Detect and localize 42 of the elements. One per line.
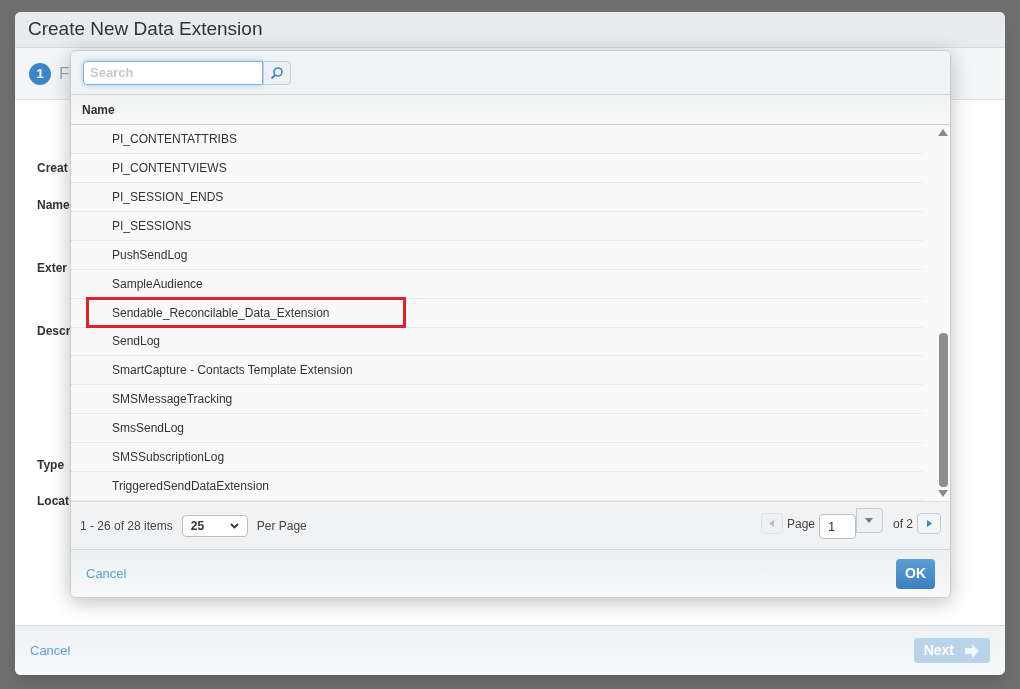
row-name[interactable]: SMSMessageTracking xyxy=(112,390,233,409)
column-header: Name xyxy=(82,101,115,119)
field-label: Descr xyxy=(37,324,71,338)
chevron-down-icon xyxy=(229,522,239,529)
step-number: 1 xyxy=(29,62,51,85)
row-name[interactable]: PI_SESSION_ENDS xyxy=(112,187,224,206)
caret-left-icon xyxy=(769,520,775,527)
caret-down-icon xyxy=(865,518,874,523)
field-label: Creat xyxy=(37,161,68,175)
next-page-button[interactable] xyxy=(917,513,941,534)
page-number-field[interactable]: 1 xyxy=(819,514,856,539)
row-name[interactable]: PI_CONTENTVIEWS xyxy=(112,158,227,177)
page-size-select[interactable]: 25 xyxy=(181,514,248,537)
field-label: Name xyxy=(37,198,70,212)
dialog-title: Create New Data Extension xyxy=(28,17,263,42)
row-name[interactable]: SmsSendLog xyxy=(112,419,185,438)
item-count: 1 - 26 of 28 items xyxy=(80,517,173,535)
scroll-up-icon[interactable] xyxy=(938,129,948,136)
row-name[interactable]: Sendable_Reconcilable_Data_Extension xyxy=(112,303,330,322)
scroll-down-icon[interactable] xyxy=(938,490,948,497)
field-label: Type xyxy=(37,458,65,472)
page-total: of 2 xyxy=(893,515,913,533)
step-label: F xyxy=(59,62,70,85)
row-name[interactable]: SmartCapture - Contacts Template Extension xyxy=(112,361,353,380)
page-dropdown-button[interactable] xyxy=(856,508,883,533)
page-label: Page xyxy=(786,515,815,533)
row-name[interactable]: PI_SESSIONS xyxy=(112,216,192,235)
search-icon xyxy=(270,65,284,80)
scrollbar-thumb[interactable] xyxy=(938,333,948,487)
search-field[interactable]: Search xyxy=(83,60,263,85)
field-label: Locat xyxy=(37,494,69,508)
search-button[interactable] xyxy=(263,60,291,85)
row-name[interactable]: PI_CONTENTATTRIBS xyxy=(112,129,237,148)
arrow-right-icon xyxy=(964,643,980,658)
row-name[interactable]: SendLog xyxy=(112,332,161,351)
row-name[interactable]: PushSendLog xyxy=(112,245,188,264)
row-name[interactable]: TriggeredSendDataExtension xyxy=(112,477,269,496)
row-name[interactable]: SampleAudience xyxy=(112,274,203,293)
field-label: Exter xyxy=(37,261,68,275)
caret-right-icon xyxy=(926,520,932,527)
row-name[interactable]: SMSSubscriptionLog xyxy=(112,448,225,467)
per-page-label: Per Page xyxy=(256,517,307,535)
